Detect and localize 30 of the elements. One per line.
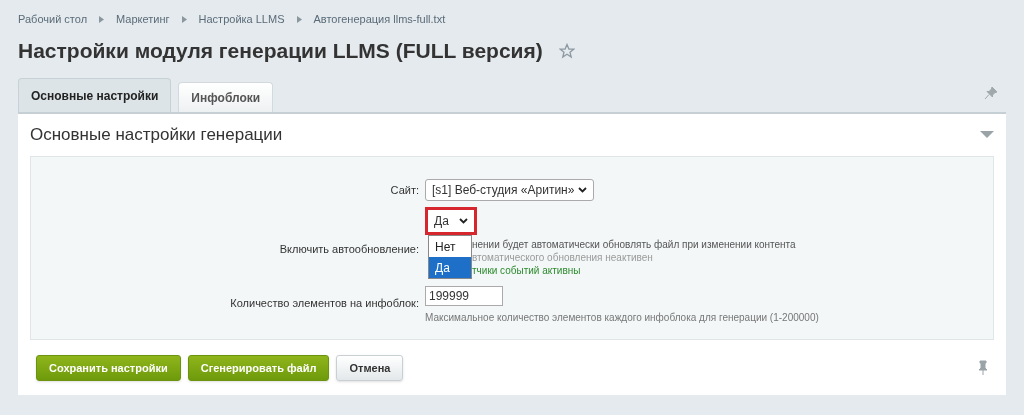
dropdown-option[interactable]: Да	[429, 257, 471, 278]
autoupdate-select[interactable]: Да	[425, 207, 477, 235]
caret-icon	[458, 218, 468, 224]
star-icon[interactable]	[558, 43, 575, 59]
field-label: Включить автообновление:	[278, 242, 419, 257]
caret-icon	[578, 187, 588, 193]
section-title: Основные настройки генерации	[30, 124, 283, 147]
breadcrumb-link[interactable]: Рабочий стол	[18, 10, 88, 28]
hint-text: нении будет автоматически обновлять файл при изменении контента	[472, 238, 796, 251]
action-button[interactable]: Отмена	[336, 355, 404, 381]
breadcrumb-link[interactable]: Автогенерация llms-full.txt	[313, 10, 446, 28]
tab[interactable]: Инфоблоки	[178, 82, 274, 112]
hint-text: втоматического обновления неактивен	[472, 251, 654, 264]
tab[interactable]: Основные настройки	[18, 78, 172, 112]
dropdown-option[interactable]: Нет	[429, 236, 471, 257]
chevron-icon	[181, 15, 187, 23]
pin-icon[interactable]	[984, 86, 998, 100]
count-input[interactable]: 199999	[425, 286, 503, 306]
page-title: Настройки модуля генерации LLMS (FULL версия)	[18, 38, 543, 65]
hint-text: Максимальное количество элементов каждого инфоблока для генерации (1-200000)	[425, 311, 820, 325]
site-select[interactable]: [s1] Веб-студия «Аритин»	[425, 179, 595, 201]
field-label: Количество элементов на инфоблок:	[229, 296, 419, 311]
chevron-icon	[296, 15, 302, 23]
collapse-icon[interactable]	[980, 131, 994, 139]
breadcrumb-link[interactable]: Настройка LLMS	[198, 10, 285, 28]
breadcrumb-link[interactable]: Маркетинг	[116, 10, 170, 28]
pushpin-icon[interactable]	[978, 360, 988, 376]
chevron-icon	[99, 15, 105, 23]
field-label: Сайт:	[389, 183, 419, 198]
hint-text: тчики событий активны	[472, 264, 582, 277]
